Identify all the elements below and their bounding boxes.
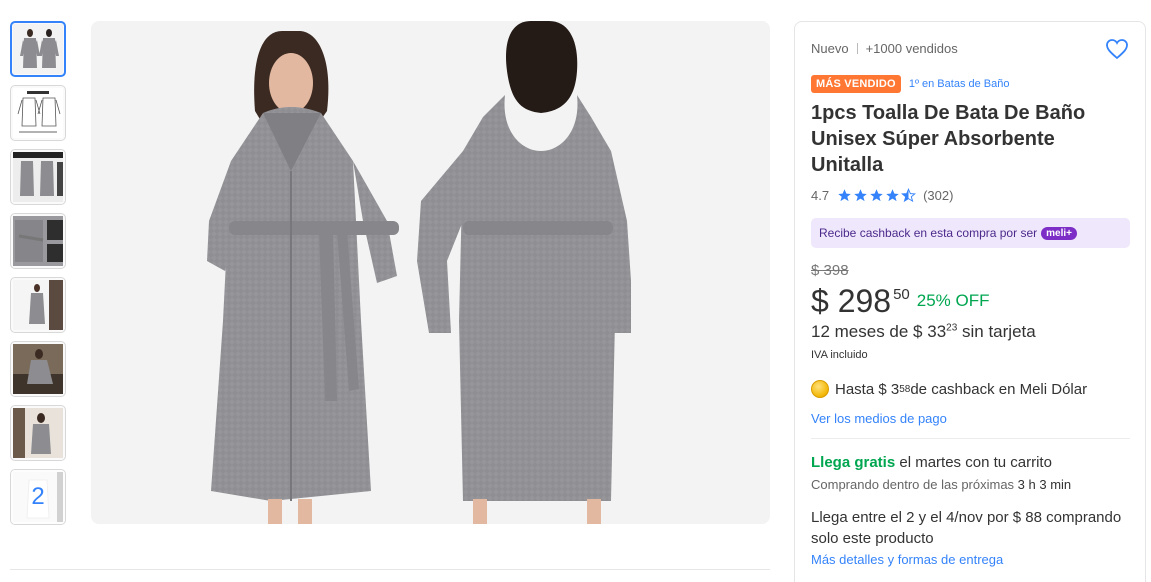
meli-dolar-prefix: Hasta $ 3 [835, 380, 900, 398]
free-shipping-label: Llega gratis [811, 454, 896, 471]
thumbnail-more[interactable]: 2 [10, 469, 66, 525]
tax-note: IVA incluido [811, 349, 868, 361]
rating-row[interactable]: 4.7 (302) [811, 188, 953, 203]
star-half-icon [901, 188, 917, 203]
thumbnail-1[interactable] [10, 21, 66, 77]
delivery-details-link[interactable]: Más detalles y formas de entrega [811, 552, 1003, 567]
model-pose-thumb [13, 408, 63, 458]
condition: Nuevo [811, 41, 849, 56]
thumbnail-2[interactable] [10, 85, 66, 141]
original-price: $ 398 [811, 262, 849, 279]
main-product-image[interactable] [91, 21, 770, 524]
favorite-heart-icon[interactable] [1105, 38, 1129, 60]
fabric-closeup-thumb [13, 216, 63, 266]
thumbnail-5[interactable] [10, 277, 66, 333]
countdown-prefix: Comprando dentro de las próximas [811, 477, 1018, 492]
star-full-icon [886, 189, 899, 202]
alt-delivery-info: Llega entre el 2 y el 4/nov por $ 88 com… [811, 509, 1122, 547]
size-chart-thumb [13, 88, 63, 138]
thumbnail-6[interactable] [10, 341, 66, 397]
bestseller-row: MÁS VENDIDO 1º en Batas de Baño [811, 75, 1009, 93]
thumbnail-3[interactable] [10, 149, 66, 205]
meli-dolar-cents: 58 [899, 383, 911, 395]
cashback-text: Recibe cashback en esta compra por ser [819, 226, 1038, 240]
star-full-icon [838, 189, 851, 202]
installments-suffix: sin tarjeta [957, 322, 1036, 341]
product-title: 1pcs Toalla De Bata De Baño Unisex Súper… [811, 102, 1086, 176]
category-rank-link[interactable]: 1º en Batas de Baño [909, 78, 1010, 90]
meli-plus-badge: meli+ [1041, 226, 1077, 240]
detail-banner-thumb [13, 152, 63, 202]
payment-methods-link[interactable]: Ver los medios de pago [811, 411, 947, 426]
rating-stars [837, 188, 917, 203]
bestseller-badge: MÁS VENDIDO [811, 75, 901, 93]
meli-dolar-suffix: de cashback en Meli Dólar [910, 380, 1088, 398]
robe-product-photo [207, 21, 631, 524]
thumbnail-7[interactable] [10, 405, 66, 461]
gallery-divider [10, 569, 770, 570]
free-shipping-info: Llega gratis el martes con tu carrito [811, 454, 1052, 471]
free-shipping-date: el martes con tu carrito [895, 454, 1052, 471]
installments-cents: 23 [946, 322, 958, 334]
thumbnail-4[interactable] [10, 213, 66, 269]
installments: 12 meses de $ 3323 sin tarjeta [811, 322, 1036, 342]
more-images-count: 2 [11, 470, 65, 524]
meli-dolar-cashback: Hasta $ 3 58 de cashback en Meli Dólar [811, 380, 1087, 398]
meli-dolar-coin-icon [811, 380, 829, 398]
section-divider [811, 438, 1130, 439]
price-cents: 50 [893, 286, 910, 303]
countdown-time: 3 h 3 min [1017, 477, 1072, 492]
review-count: (302) [923, 188, 954, 203]
product-meta: Nuevo +1000 vendidos [811, 41, 958, 56]
model-sitting-thumb [13, 344, 63, 394]
installments-prefix: 12 meses de $ 33 [811, 322, 947, 341]
sold-count: +1000 vendidos [865, 41, 958, 56]
discount-label: 25% OFF [916, 291, 990, 310]
front-view-model [207, 31, 399, 524]
robe-front-back-thumb [13, 24, 63, 74]
price-amount: $ 298 [811, 283, 892, 319]
rating-value: 4.7 [811, 188, 830, 203]
shipping-countdown: Comprando dentro de las próximas 3 h 3 m… [811, 477, 1071, 492]
current-price: $ 298 50 25% OFF [811, 281, 990, 321]
cashback-banner[interactable]: Recibe cashback en esta compra por ser m… [811, 218, 1130, 248]
meta-separator [856, 43, 858, 54]
star-full-icon [854, 189, 867, 202]
star-full-icon [870, 189, 883, 202]
model-full-thumb [13, 280, 63, 330]
back-view-model [417, 21, 631, 524]
purchase-panel: Nuevo +1000 vendidos MÁS VENDIDO 1º en Ba… [794, 21, 1146, 582]
